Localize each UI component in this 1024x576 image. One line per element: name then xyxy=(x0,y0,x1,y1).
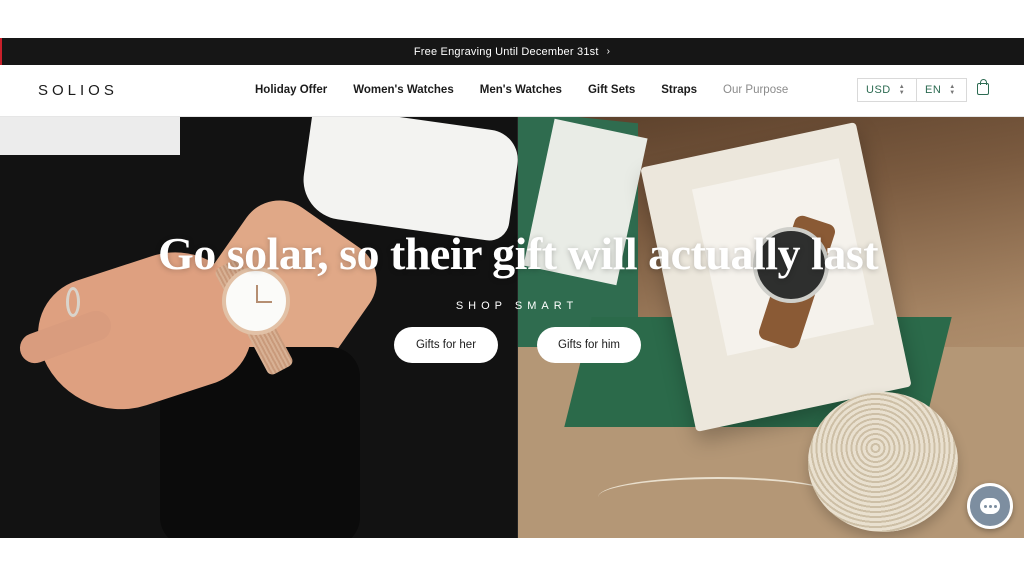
chevron-up-down-icon: ▲ ▼ xyxy=(898,84,906,96)
nav-our-purpose[interactable]: Our Purpose xyxy=(723,84,788,96)
image-detail xyxy=(0,117,180,155)
site-header: SOLIOS Holiday Offer Women's Watches Men… xyxy=(0,65,1024,117)
logo[interactable]: SOLIOS xyxy=(38,82,118,99)
language-select[interactable]: EN ▲ ▼ xyxy=(917,78,967,102)
nav-gift-sets[interactable]: Gift Sets xyxy=(588,84,635,96)
gifts-for-her-button[interactable]: Gifts for her xyxy=(394,327,498,363)
chevron-up-down-icon: ▲ ▼ xyxy=(949,84,956,96)
nav-straps[interactable]: Straps xyxy=(661,84,697,96)
twine-image xyxy=(808,392,958,532)
announcement-bar[interactable]: Free Engraving Until December 31st › xyxy=(0,38,1024,65)
gifts-for-him-button[interactable]: Gifts for him xyxy=(537,327,641,363)
currency-select[interactable]: USD ▲ ▼ xyxy=(857,78,917,102)
shopping-bag-icon[interactable] xyxy=(977,79,989,95)
hero-kicker: SHOP SMART xyxy=(455,300,579,312)
nav-womens-watches[interactable]: Women's Watches xyxy=(353,84,454,96)
nav-holiday-offer[interactable]: Holiday Offer xyxy=(255,84,327,96)
currency-value: USD xyxy=(866,84,891,96)
image-divider xyxy=(517,117,518,538)
hero-headline: Go solar, so their gift will actually la… xyxy=(157,228,879,279)
browser-viewport: Free Engraving Until December 31st › SOL… xyxy=(0,38,1024,538)
chat-bubble-icon xyxy=(980,498,1000,514)
nav-mens-watches[interactable]: Men's Watches xyxy=(480,84,562,96)
image-detail xyxy=(298,117,518,244)
main-nav: Holiday Offer Women's Watches Men's Watc… xyxy=(255,84,814,96)
hero-banner: Go solar, so their gift will actually la… xyxy=(0,117,1024,538)
language-value: EN xyxy=(925,84,942,96)
chevron-right-icon: › xyxy=(606,46,611,57)
announcement-text: Free Engraving Until December 31st xyxy=(413,45,599,58)
image-detail xyxy=(598,477,838,517)
locale-selectors: USD ▲ ▼ EN ▲ ▼ xyxy=(857,78,967,102)
edge-marker xyxy=(0,38,2,65)
chat-widget-button[interactable] xyxy=(967,483,1013,529)
